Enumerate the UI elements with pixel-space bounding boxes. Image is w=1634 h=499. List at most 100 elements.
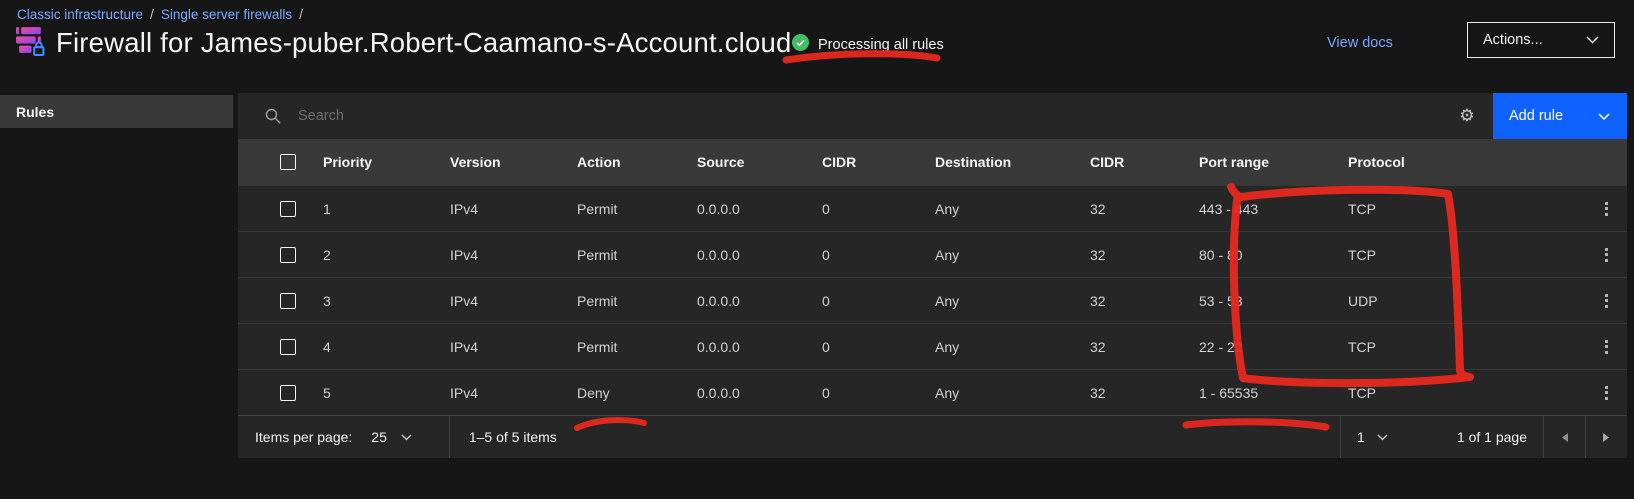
cell-cidr: 0 bbox=[822, 247, 935, 263]
row-checkbox[interactable] bbox=[280, 293, 296, 309]
breadcrumb-separator: / bbox=[150, 7, 154, 22]
cell-cidr: 0 bbox=[822, 293, 935, 309]
page-title-row: Firewall for James-puber.Robert-Caamano-… bbox=[14, 25, 791, 61]
sidebar-item-label: Rules bbox=[16, 104, 54, 120]
row-checkbox[interactable] bbox=[280, 385, 296, 401]
add-rule-label: Add rule bbox=[1509, 108, 1563, 124]
cell-action: Deny bbox=[577, 385, 697, 401]
cell-port-range: 53 - 53 bbox=[1199, 293, 1348, 309]
row-checkbox[interactable] bbox=[280, 247, 296, 263]
overflow-menu-icon[interactable] bbox=[1560, 340, 1627, 354]
page-number-select[interactable]: 1 bbox=[1341, 416, 1457, 458]
breadcrumb-classic-infrastructure[interactable]: Classic infrastructure bbox=[17, 7, 143, 22]
cell-priority: 2 bbox=[323, 247, 450, 263]
table-header-row: Priority Version Action Source CIDR Dest… bbox=[238, 139, 1627, 185]
cell-cidr-2: 32 bbox=[1090, 247, 1199, 263]
cell-version: IPv4 bbox=[450, 293, 577, 309]
success-check-icon bbox=[792, 34, 809, 56]
column-header-protocol: Protocol bbox=[1348, 154, 1560, 170]
cell-destination: Any bbox=[935, 385, 1090, 401]
cell-protocol: TCP bbox=[1348, 201, 1560, 217]
cell-version: IPv4 bbox=[450, 339, 577, 355]
cell-cidr-2: 32 bbox=[1090, 293, 1199, 309]
next-page-button[interactable] bbox=[1586, 416, 1627, 458]
table-toolbar: ⚙ Add rule bbox=[238, 93, 1627, 139]
items-per-page-select[interactable] bbox=[401, 434, 412, 441]
overflow-menu-icon[interactable] bbox=[1560, 202, 1627, 216]
search-icon bbox=[265, 108, 282, 125]
search-field bbox=[238, 93, 1441, 139]
cell-port-range: 80 - 80 bbox=[1199, 247, 1348, 263]
select-all-checkbox[interactable] bbox=[280, 154, 296, 170]
cell-source: 0.0.0.0 bbox=[697, 247, 822, 263]
cell-source: 0.0.0.0 bbox=[697, 293, 822, 309]
table-row: 4 IPv4 Permit 0.0.0.0 0 Any 32 22 - 22 T… bbox=[238, 323, 1627, 369]
cell-action: Permit bbox=[577, 293, 697, 309]
column-header-action: Action bbox=[577, 154, 697, 170]
cell-protocol: TCP bbox=[1348, 385, 1560, 401]
row-checkbox[interactable] bbox=[280, 339, 296, 355]
previous-page-button[interactable] bbox=[1544, 416, 1585, 458]
row-checkbox[interactable] bbox=[280, 201, 296, 217]
cell-action: Permit bbox=[577, 247, 697, 263]
view-docs-link[interactable]: View docs bbox=[1327, 35, 1393, 51]
chevron-down-icon bbox=[1377, 434, 1388, 441]
column-header-cidr: CIDR bbox=[822, 154, 935, 170]
column-header-cidr-2: CIDR bbox=[1090, 154, 1199, 170]
cell-source: 0.0.0.0 bbox=[697, 385, 822, 401]
search-input[interactable] bbox=[238, 93, 1441, 139]
cell-cidr-2: 32 bbox=[1090, 385, 1199, 401]
actions-label: Actions... bbox=[1483, 32, 1543, 48]
pagination-bar: Items per page: 25 1–5 of 5 items 1 1 of… bbox=[238, 415, 1627, 458]
page-number-value: 1 bbox=[1357, 429, 1365, 445]
items-range-text: 1–5 of 5 items bbox=[469, 429, 557, 445]
page-info-text: 1 of 1 page bbox=[1457, 429, 1543, 445]
overflow-menu-icon[interactable] bbox=[1560, 386, 1627, 400]
cell-priority: 1 bbox=[323, 201, 450, 217]
divider bbox=[449, 416, 450, 458]
gear-icon[interactable]: ⚙ bbox=[1441, 93, 1493, 139]
sidebar-item-rules[interactable]: Rules bbox=[0, 95, 233, 128]
table-row: 5 IPv4 Deny 0.0.0.0 0 Any 32 1 - 65535 T… bbox=[238, 369, 1627, 415]
cell-action: Permit bbox=[577, 201, 697, 217]
cell-version: IPv4 bbox=[450, 385, 577, 401]
breadcrumb-separator: / bbox=[299, 7, 303, 22]
cell-action: Permit bbox=[577, 339, 697, 355]
cell-port-range: 1 - 65535 bbox=[1199, 385, 1348, 401]
overflow-menu-icon[interactable] bbox=[1560, 294, 1627, 308]
actions-dropdown[interactable]: Actions... bbox=[1467, 22, 1615, 58]
rules-panel: ⚙ Add rule Priority Version Action Sourc… bbox=[238, 93, 1627, 458]
cell-port-range: 22 - 22 bbox=[1199, 339, 1348, 355]
cell-priority: 4 bbox=[323, 339, 450, 355]
column-header-source: Source bbox=[697, 154, 822, 170]
breadcrumb-single-server-firewalls[interactable]: Single server firewalls bbox=[161, 7, 292, 22]
column-header-version: Version bbox=[450, 154, 577, 170]
add-rule-chevron-icon[interactable] bbox=[1598, 109, 1610, 124]
cell-destination: Any bbox=[935, 339, 1090, 355]
add-rule-button[interactable]: Add rule bbox=[1493, 93, 1627, 139]
table-row: 2 IPv4 Permit 0.0.0.0 0 Any 32 80 - 80 T… bbox=[238, 231, 1627, 277]
firewall-icon bbox=[14, 25, 45, 61]
status-badge: Processing all rules bbox=[792, 34, 944, 56]
column-header-port-range: Port range bbox=[1199, 154, 1348, 170]
table-row: 3 IPv4 Permit 0.0.0.0 0 Any 32 53 - 53 U… bbox=[238, 277, 1627, 323]
breadcrumb: Classic infrastructure / Single server f… bbox=[17, 7, 303, 22]
cell-cidr: 0 bbox=[822, 339, 935, 355]
column-header-destination: Destination bbox=[935, 154, 1090, 170]
cell-destination: Any bbox=[935, 247, 1090, 263]
items-per-page-value: 25 bbox=[371, 429, 387, 445]
cell-cidr-2: 32 bbox=[1090, 339, 1199, 355]
firewall-page: Classic infrastructure / Single server f… bbox=[0, 0, 1634, 499]
cell-source: 0.0.0.0 bbox=[697, 339, 822, 355]
cell-version: IPv4 bbox=[450, 247, 577, 263]
pagination-controls: 1 1 of 1 page bbox=[1340, 416, 1627, 458]
cell-cidr: 0 bbox=[822, 385, 935, 401]
cell-priority: 5 bbox=[323, 385, 450, 401]
page-title: Firewall for James-puber.Robert-Caamano-… bbox=[56, 27, 791, 59]
status-text: Processing all rules bbox=[818, 37, 944, 53]
chevron-down-icon bbox=[1586, 31, 1599, 49]
cell-destination: Any bbox=[935, 293, 1090, 309]
cell-protocol: UDP bbox=[1348, 293, 1560, 309]
overflow-menu-icon[interactable] bbox=[1560, 248, 1627, 262]
cell-destination: Any bbox=[935, 201, 1090, 217]
